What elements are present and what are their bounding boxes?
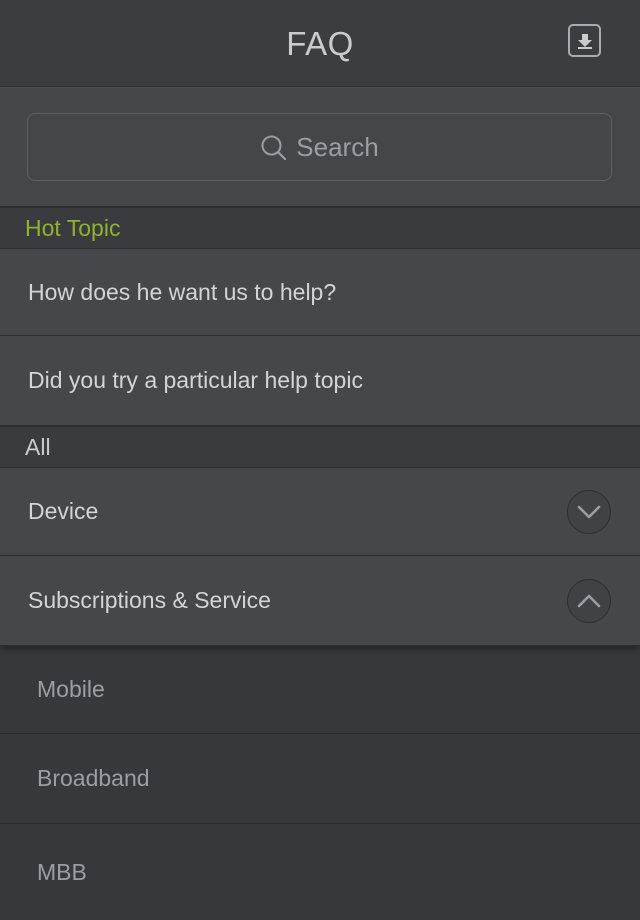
- hot-topic-item-label: Did you try a particular help topic: [28, 367, 363, 393]
- category-subscriptions-service[interactable]: Subscriptions & Service: [0, 556, 640, 646]
- hot-topic-item[interactable]: Did you try a particular help topic: [0, 336, 640, 426]
- search-placeholder: Search: [296, 131, 379, 162]
- subcategory-item-broadband[interactable]: Broadband: [0, 734, 640, 824]
- category-device[interactable]: Device: [0, 468, 640, 556]
- search-container: Search: [0, 87, 640, 207]
- subcategory-label: MBB: [37, 858, 87, 885]
- section-header-all: All: [0, 426, 640, 468]
- download-button[interactable]: [568, 24, 601, 57]
- category-label: Device: [28, 498, 99, 524]
- app-header: FAQ: [0, 0, 640, 87]
- subcategory-item-mbb[interactable]: MBB: [0, 824, 640, 920]
- chevron-up-icon[interactable]: [567, 578, 611, 623]
- page-title: FAQ: [286, 25, 354, 62]
- hot-topic-item-label: How does he want us to help?: [28, 278, 337, 305]
- hot-topic-item[interactable]: How does he want us to help?: [0, 249, 640, 336]
- subcategory-label: Mobile: [37, 676, 105, 702]
- chevron-down-icon[interactable]: [567, 489, 611, 534]
- category-label: Subscriptions & Service: [28, 587, 271, 613]
- search-input[interactable]: Search: [27, 113, 612, 181]
- download-icon: [577, 33, 592, 49]
- subcategory-label: Broadband: [37, 765, 150, 791]
- search-icon: [261, 135, 287, 161]
- subcategory-item-mobile[interactable]: Mobile: [0, 646, 640, 734]
- section-header-hot-topic: Hot Topic: [0, 207, 640, 249]
